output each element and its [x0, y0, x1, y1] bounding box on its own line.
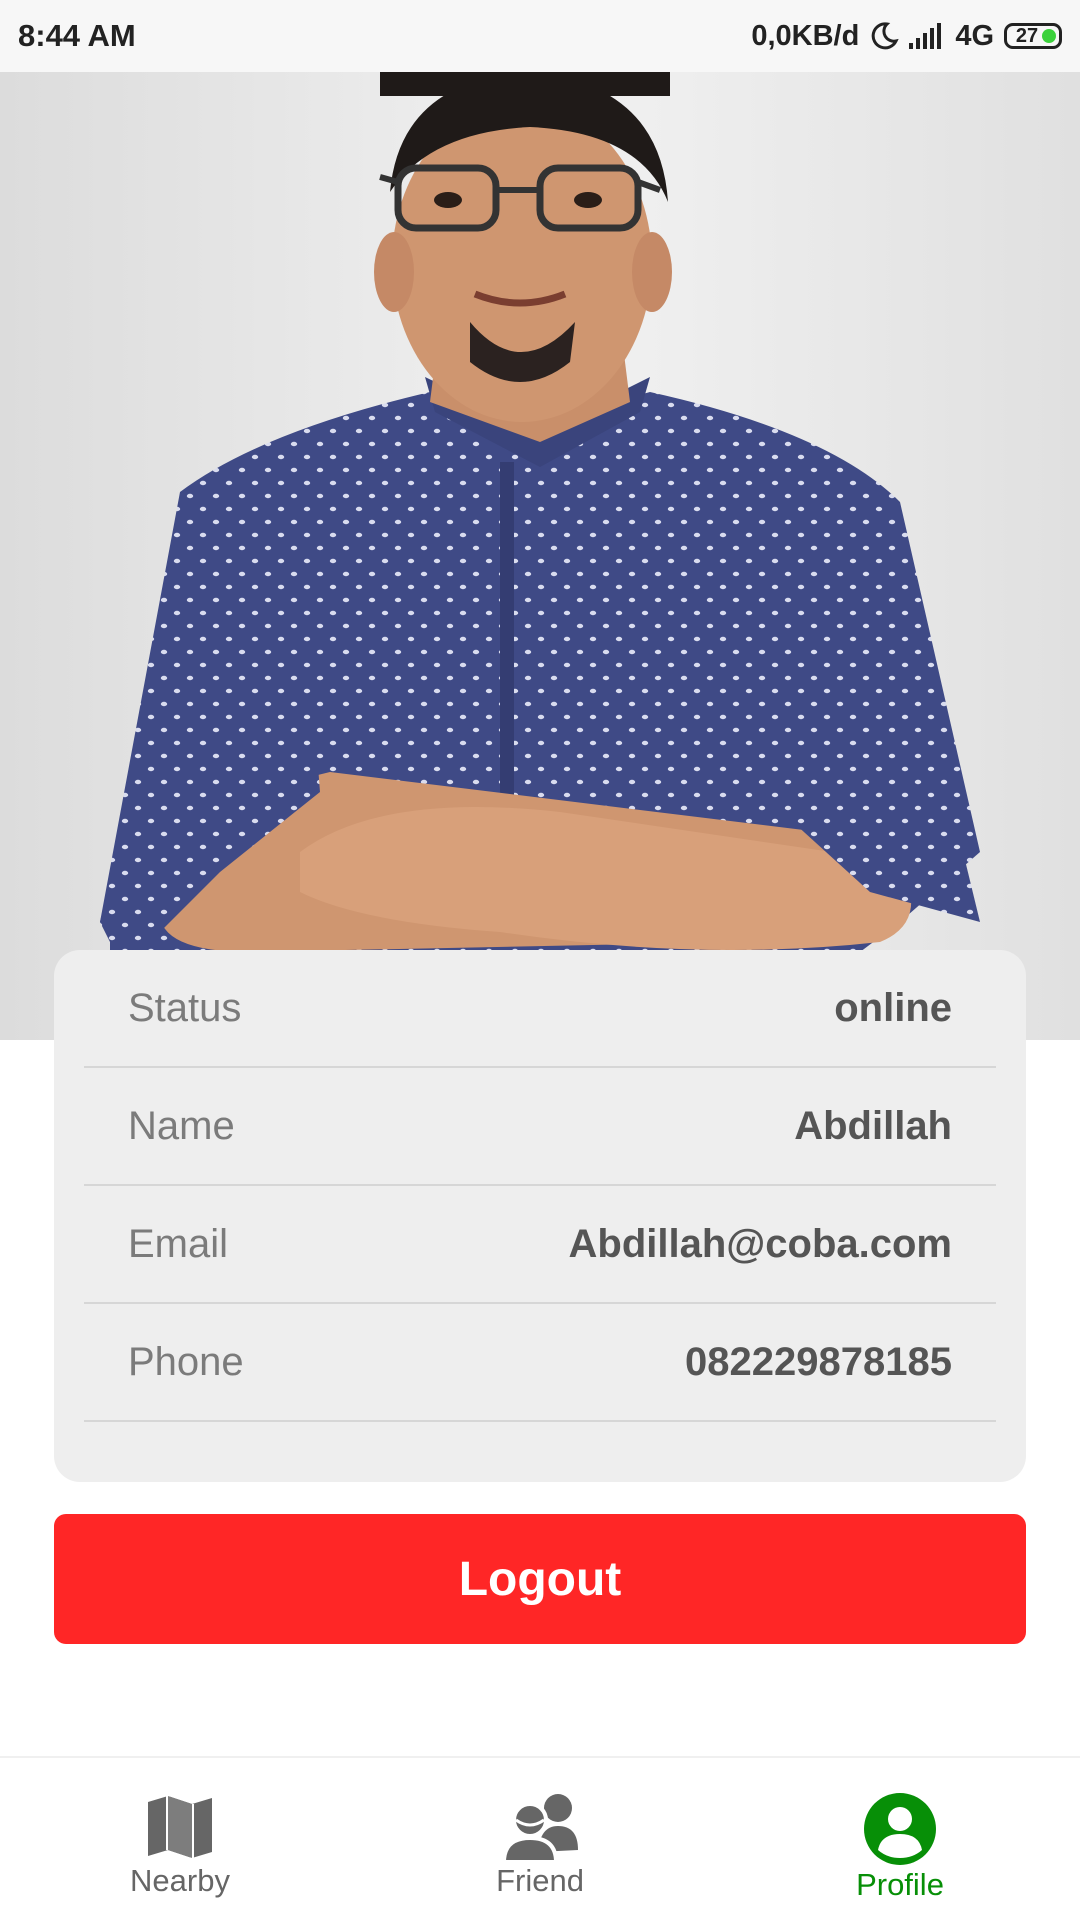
bottom-navigation: Nearby Friend Profile	[0, 1756, 1080, 1922]
profile-photo	[0, 72, 1080, 1040]
nav-label-nearby: Nearby	[130, 1863, 230, 1898]
email-value: Abdillah@coba.com	[568, 1221, 953, 1266]
friends-icon	[500, 1792, 580, 1867]
status-time: 8:44 AM	[18, 18, 136, 53]
signal-icon	[909, 23, 945, 49]
status-value: online	[834, 985, 952, 1030]
phone-value: 082229878185	[685, 1339, 952, 1384]
battery-level: 27	[1015, 24, 1039, 47]
nav-label-friend: Friend	[496, 1863, 584, 1898]
name-label: Name	[128, 1103, 235, 1148]
status-right: 0,0KB/d 4G 27	[751, 20, 1062, 53]
name-value: Abdillah	[794, 1103, 952, 1148]
logout-button[interactable]: Logout	[54, 1514, 1026, 1644]
network-type: 4G	[955, 19, 994, 52]
profile-icon	[863, 1792, 937, 1871]
nav-item-profile[interactable]: Profile	[720, 1758, 1080, 1922]
nav-item-nearby[interactable]: Nearby	[0, 1758, 360, 1922]
nav-item-friend[interactable]: Friend	[360, 1758, 720, 1922]
map-icon	[144, 1792, 216, 1867]
data-rate: 0,0KB/d	[751, 19, 860, 52]
status-bar: 8:44 AM 0,0KB/d 4G 27	[0, 0, 1080, 72]
name-row: Name Abdillah	[84, 1068, 996, 1186]
status-label: Status	[128, 985, 242, 1030]
nav-label-profile: Profile	[856, 1867, 944, 1902]
email-row: Email Abdillah@coba.com	[84, 1186, 996, 1304]
email-label: Email	[128, 1221, 229, 1266]
phone-label: Phone	[128, 1339, 244, 1384]
status-row: Status online	[84, 950, 996, 1068]
phone-row: Phone 082229878185	[84, 1304, 996, 1422]
profile-info-card: Status online Name Abdillah Email Abdill…	[54, 950, 1026, 1482]
moon-icon	[869, 21, 899, 51]
battery-icon: 27	[1004, 23, 1062, 49]
